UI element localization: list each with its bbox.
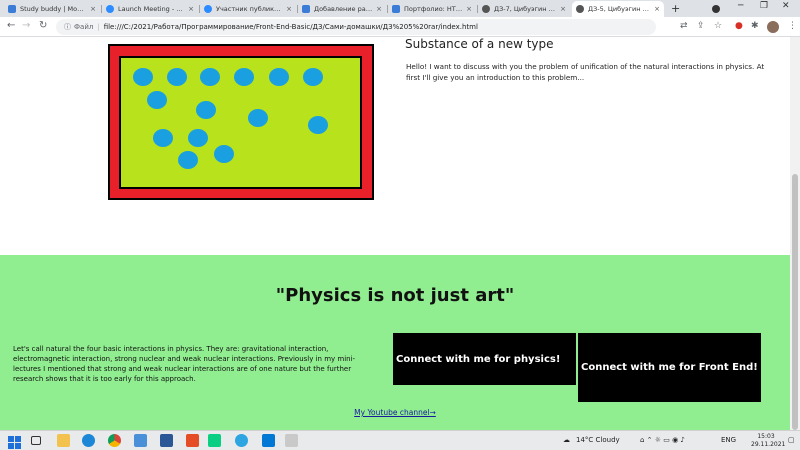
particle-dot [269,68,289,86]
particle-dot [147,91,167,109]
tab-portfolio[interactable]: Портфолио: HTML-р... × [388,1,476,17]
tab-add-work[interactable]: Добавление работы... × [298,1,386,17]
interactions-text: Let's call natural the four basic intera… [13,345,356,383]
connect-physics-button[interactable]: Connect with me for physics! [393,333,576,385]
task-view-icon[interactable] [31,436,41,445]
translate-icon[interactable]: ⇄ [680,21,688,31]
close-tab-icon[interactable]: × [466,5,472,13]
youtube-channel-link[interactable]: My Youtube channel→ [0,408,790,417]
reload-icon[interactable]: ↻ [39,20,47,31]
article-intro: Hello! I want to discuss with you the pr… [406,62,765,82]
clock-time: 15:03 [757,433,775,440]
particle-dot [196,101,216,119]
particle-dot [214,145,234,163]
tab-participant[interactable]: Участник публикации... × [200,1,296,17]
particle-dot [153,129,173,147]
globe-icon [576,5,584,13]
tab-label: Launch Meeting - Zo... [118,5,186,13]
particle-dot [248,109,268,127]
forward-icon[interactable]: → [22,20,30,31]
zoom-icon [106,5,114,13]
chrome-icon[interactable] [108,434,121,447]
particle-dot [234,68,254,86]
windows-start-icon[interactable] [8,434,21,449]
vscode-icon[interactable] [262,434,275,447]
page-viewport: Substance of a new type Hello! I want to… [0,37,790,430]
quote-section: "Physics is not just art" Let's call nat… [0,255,790,430]
zoom-icon [204,5,212,13]
close-tab-icon[interactable]: × [286,5,292,13]
app-icon[interactable] [186,434,199,447]
doc-icon [302,5,310,13]
tab-label: Портфолио: HTML-р... [404,5,464,13]
site-favicon-icon [8,5,16,13]
maximize-icon[interactable]: ❐ [760,1,768,11]
file-explorer-icon[interactable] [57,434,70,447]
weather-status[interactable]: 14°C Cloudy [576,436,620,444]
close-tab-icon[interactable]: × [188,5,194,13]
extension-icon[interactable]: ● [735,21,743,31]
section-quote: "Physics is not just art" [275,285,515,306]
share-icon[interactable]: ⇪ [697,21,705,31]
globe-icon [482,5,490,13]
scheme-label: Файл [74,23,94,31]
tab-label: ДЗ-7, Цибуэгин В., 21... [494,5,558,13]
close-tab-icon[interactable]: × [560,5,566,13]
tab-dz7[interactable]: ДЗ-7, Цибуэгин В., 21... × [478,1,570,17]
system-clock[interactable]: 15:03 29.11.2021 [751,433,786,449]
windows-logo-icon [8,436,21,449]
input-language[interactable]: ENG [721,436,736,444]
tab-label: Добавление работы... [314,5,374,13]
windows-taskbar: ☁ 14°C Cloudy ⌂ ⌃ ☼ ▭ ◉ ♪ ENG 15:03 29.1… [0,430,800,450]
address-bar[interactable]: ⓘ Файл | file:///C:/2021/Работа/Программ… [56,19,656,35]
close-tab-icon[interactable]: × [90,5,96,13]
clock-date: 29.11.2021 [751,441,786,448]
tab-launch-meeting[interactable]: Launch Meeting - Zo... × [102,1,198,17]
media-control-icon[interactable] [712,5,720,13]
weather-icon[interactable]: ☁ [563,436,570,444]
particle-dot [188,129,208,147]
browser-toolbar: ← → ↻ ⓘ Файл | file:///C:/2021/Работа/Пр… [0,17,800,37]
minimize-icon[interactable]: ─ [738,1,743,11]
figma-icon[interactable] [208,434,221,447]
tab-label: Участник публикации... [216,5,283,13]
particle-dot [167,68,187,86]
edge-icon[interactable] [82,434,95,447]
new-tab-button[interactable]: + [671,2,680,15]
extensions-puzzle-icon[interactable]: ✱ [751,21,759,31]
tray-icons[interactable]: ⌂ ⌃ ☼ ▭ ◉ ♪ [640,436,685,444]
tab-label: Study buddy | Moocl... [20,5,88,13]
close-tab-icon[interactable]: × [654,5,660,13]
particle-dot [133,68,153,86]
notifications-icon[interactable]: ▢ [788,436,795,444]
close-window-icon[interactable]: ✕ [782,1,790,11]
tab-label: ДЗ-5, Цибуэгин В., 14... [588,5,652,13]
calculator-icon[interactable] [160,434,173,447]
page-scrollbar[interactable] [790,37,800,430]
url-text[interactable]: file:///C:/2021/Работа/Программирование/… [104,23,478,31]
tab-study-buddy[interactable]: Study buddy | Moocl... × [4,1,100,17]
app-icon[interactable] [285,434,298,447]
connect-frontend-button[interactable]: Connect with me for Front End! [578,333,761,402]
doc-icon [392,5,400,13]
app-icon[interactable] [134,434,147,447]
address-separator: | [97,23,100,31]
site-info-icon[interactable]: ⓘ [64,22,71,32]
menu-kebab-icon[interactable]: ⋮ [788,21,797,31]
tab-dz5-active[interactable]: ДЗ-5, Цибуэгин В., 14... × [572,1,664,17]
bookmark-star-icon[interactable]: ☆ [714,21,722,31]
profile-avatar[interactable] [767,21,779,33]
back-icon[interactable]: ← [7,20,15,31]
close-tab-icon[interactable]: × [376,5,382,13]
physics-illustration [108,44,374,200]
article-title: Substance of a new type [405,37,554,51]
particle-dot [200,68,220,86]
illustration-field [119,56,362,189]
scrollbar-thumb[interactable] [792,174,798,430]
tab-strip: Study buddy | Moocl... × Launch Meeting … [0,0,800,17]
telegram-icon[interactable] [235,434,248,447]
particle-dot [308,116,328,134]
particle-dot [178,151,198,169]
particle-dot [303,68,323,86]
